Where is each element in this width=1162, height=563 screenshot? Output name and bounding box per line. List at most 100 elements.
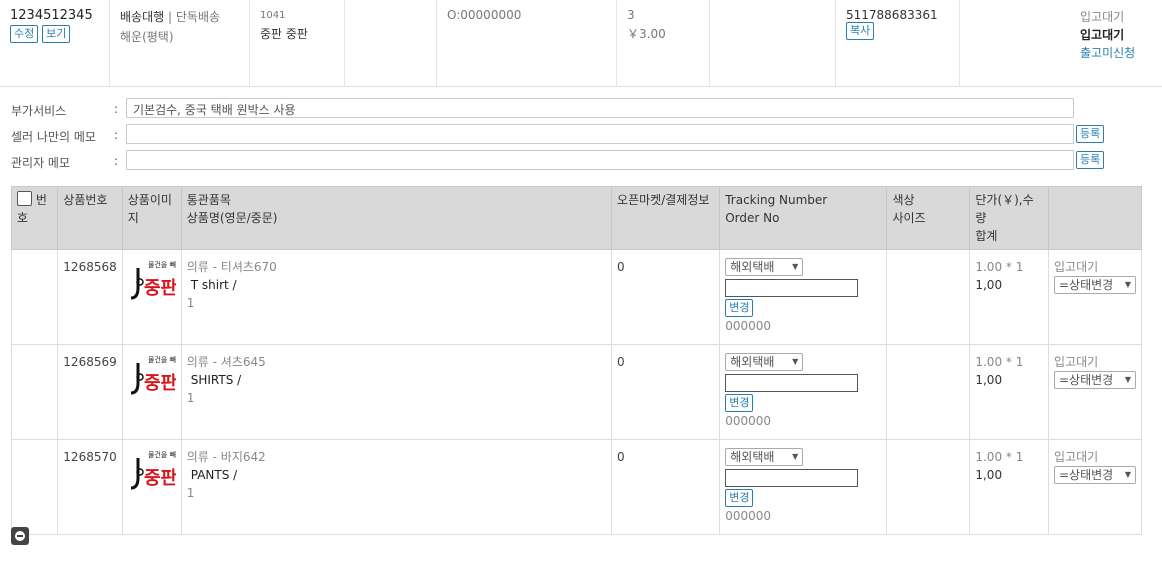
view-button[interactable]: 보기 [42, 25, 71, 43]
carrier-select[interactable]: 해외택배 ▼ [725, 353, 804, 371]
admin-memo-register-button[interactable]: 등록 [1076, 151, 1105, 169]
price-line: 1.00 * 1 [975, 355, 1024, 369]
tracking-input[interactable] [725, 469, 859, 487]
tracking-info: 해외택배 ▼ 변경 000000 [719, 439, 888, 535]
status-cell: 입고대기 입고대기 출고미신청 [1070, 0, 1162, 86]
order-no-cell: O:00000000 [437, 0, 617, 86]
logo-main-text: 중판 [144, 373, 176, 394]
market-info: 0 [611, 344, 721, 440]
product-qty: 1 [186, 486, 195, 500]
header-num: 번호 [10, 186, 59, 250]
status-select[interactable]: =상태변경 ▼ [1054, 466, 1136, 484]
product-no: 1268570 [57, 439, 123, 535]
items-table: 번호 상품번호 상품이미지 통관품목 상품명(영문/중문) 오픈마켓/결제정보 … [10, 186, 1142, 535]
shipping-mode: 단독배송 [175, 10, 221, 24]
product-qty: 1 [186, 391, 195, 405]
tracking-info: 해외택배 ▼ 변경 000000 [719, 344, 888, 440]
seller-name: 중판 중판 [260, 27, 308, 41]
change-button[interactable]: 변경 [725, 394, 754, 412]
order-no-value: 000000 [725, 509, 772, 523]
logo-main-text: 중판 [144, 468, 176, 489]
product-info: 의류 - 티셔츠670 T shirt / 1 [180, 249, 613, 345]
product-image: 물건을 빼다 중판 [121, 344, 183, 440]
chevron-down-icon: ▼ [1124, 280, 1131, 289]
logo-top-text: 물건을 빼다 [148, 355, 176, 364]
header-color-size: 색상 사이즈 [886, 186, 971, 250]
colon: : [114, 128, 119, 142]
row-status: 입고대기 =상태변경 ▼ [1048, 249, 1142, 345]
customs-item: 의류 - 바지642 [186, 450, 266, 464]
tracking-info: 해외택배 ▼ 변경 000000 [719, 249, 888, 345]
seller-code: 1041 [260, 10, 286, 21]
blank-cell-1 [345, 0, 437, 86]
product-qty: 1 [186, 296, 195, 310]
change-button[interactable]: 변경 [725, 489, 754, 507]
carrier-select[interactable]: 해외택배 ▼ [725, 258, 804, 276]
product-logo-image: 물건을 빼다 중판 [130, 355, 183, 395]
amount-cell: 3 ￥3.00 [617, 0, 710, 86]
tracking-input[interactable] [725, 374, 859, 392]
product-image: 물건을 빼다 중판 [121, 439, 183, 535]
row-num [10, 249, 59, 345]
header-product-img: 상품이미지 [121, 186, 182, 250]
order-summary-row: 1234512345 수정 보기 배송대행 | 단독배송 해운(평택) 1041… [0, 0, 1162, 87]
extra-service-row: 부가서비스 : 기본검수, 중국 택배 원박스 사용 [0, 98, 1162, 122]
price-line: 1.00 * 1 [975, 260, 1024, 274]
status-link[interactable]: 출고미신청 [1080, 44, 1152, 61]
logo-top-text: 물건을 빼다 [148, 260, 176, 269]
price-line: 1.00 * 1 [975, 450, 1024, 464]
table-row: 1268568 물건을 빼다 중판 의류 - 티셔츠670 T shirt / … [10, 249, 1142, 345]
copy-button[interactable]: 복사 [846, 22, 875, 40]
row-status: 입고대기 =상태변경 ▼ [1048, 344, 1142, 440]
table-row: 1268569 물건을 빼다 중판 의류 - 셔츠645 SHIRTS / 1 … [10, 344, 1142, 440]
shipping-type: 배송대행 [120, 10, 165, 24]
seller-memo-register-button[interactable]: 등록 [1076, 125, 1105, 143]
price-info: 1.00 * 1 1,00 [969, 439, 1049, 535]
product-logo-image: 물건을 빼다 중판 [130, 450, 183, 490]
row-status-text: 입고대기 [1054, 450, 1099, 464]
price-info: 1.00 * 1 1,00 [969, 344, 1049, 440]
product-logo-image: 물건을 빼다 중판 [130, 260, 183, 300]
status-select[interactable]: =상태변경 ▼ [1054, 371, 1136, 389]
product-name: SHIRTS / [190, 373, 242, 387]
extra-service-label: 부가서비스 [11, 104, 67, 118]
price-total: 1,00 [975, 468, 1003, 482]
seller-cell: 1041 중판 중판 [250, 0, 345, 86]
chevron-down-icon: ▼ [792, 357, 799, 366]
product-no: 1268569 [57, 344, 123, 440]
row-status-text: 입고대기 [1054, 355, 1099, 369]
chevron-down-icon: ▼ [792, 452, 799, 461]
customs-item: 의류 - 셔츠645 [186, 355, 266, 369]
market-info: 0 [611, 439, 721, 535]
chevron-down-icon: ▼ [1124, 470, 1131, 479]
colon: : [114, 154, 119, 168]
tracking-input[interactable] [725, 279, 859, 297]
admin-memo-label: 관리자 메모 [11, 156, 71, 170]
product-name: PANTS / [190, 468, 238, 482]
admin-memo-input[interactable] [126, 150, 1074, 170]
carrier-select[interactable]: 해외택배 ▼ [725, 448, 804, 466]
status-select[interactable]: =상태변경 ▼ [1054, 276, 1136, 294]
shipping-route: 해운(평택) [120, 30, 174, 44]
color-size [886, 439, 971, 535]
row-num [10, 439, 59, 535]
select-all-checkbox[interactable] [17, 191, 32, 206]
price-total: 1,00 [975, 373, 1003, 387]
blank-cell-3 [960, 0, 1070, 86]
tracking-number: 511788683361 [846, 8, 938, 22]
blank-cell-2 [710, 0, 836, 86]
chevron-down-icon: ▼ [792, 262, 799, 271]
collapse-icon[interactable] [11, 527, 29, 545]
product-no: 1268568 [57, 249, 123, 345]
table-header-row: 번호 상품번호 상품이미지 통관품목 상품명(영문/중문) 오픈마켓/결제정보 … [10, 186, 1142, 250]
colon: : [114, 102, 119, 116]
edit-button[interactable]: 수정 [10, 25, 39, 43]
shipping-cell: 배송대행 | 단독배송 해운(평택) [110, 0, 250, 86]
seller-memo-input[interactable] [126, 124, 1074, 144]
header-product-no: 상품번호 [57, 186, 123, 250]
product-image: 물건을 빼다 중판 [121, 249, 183, 345]
extra-service-field: 기본검수, 중국 택배 원박스 사용 [126, 98, 1074, 118]
color-size [886, 249, 971, 345]
row-status: 입고대기 =상태변경 ▼ [1048, 439, 1142, 535]
change-button[interactable]: 변경 [725, 299, 754, 317]
